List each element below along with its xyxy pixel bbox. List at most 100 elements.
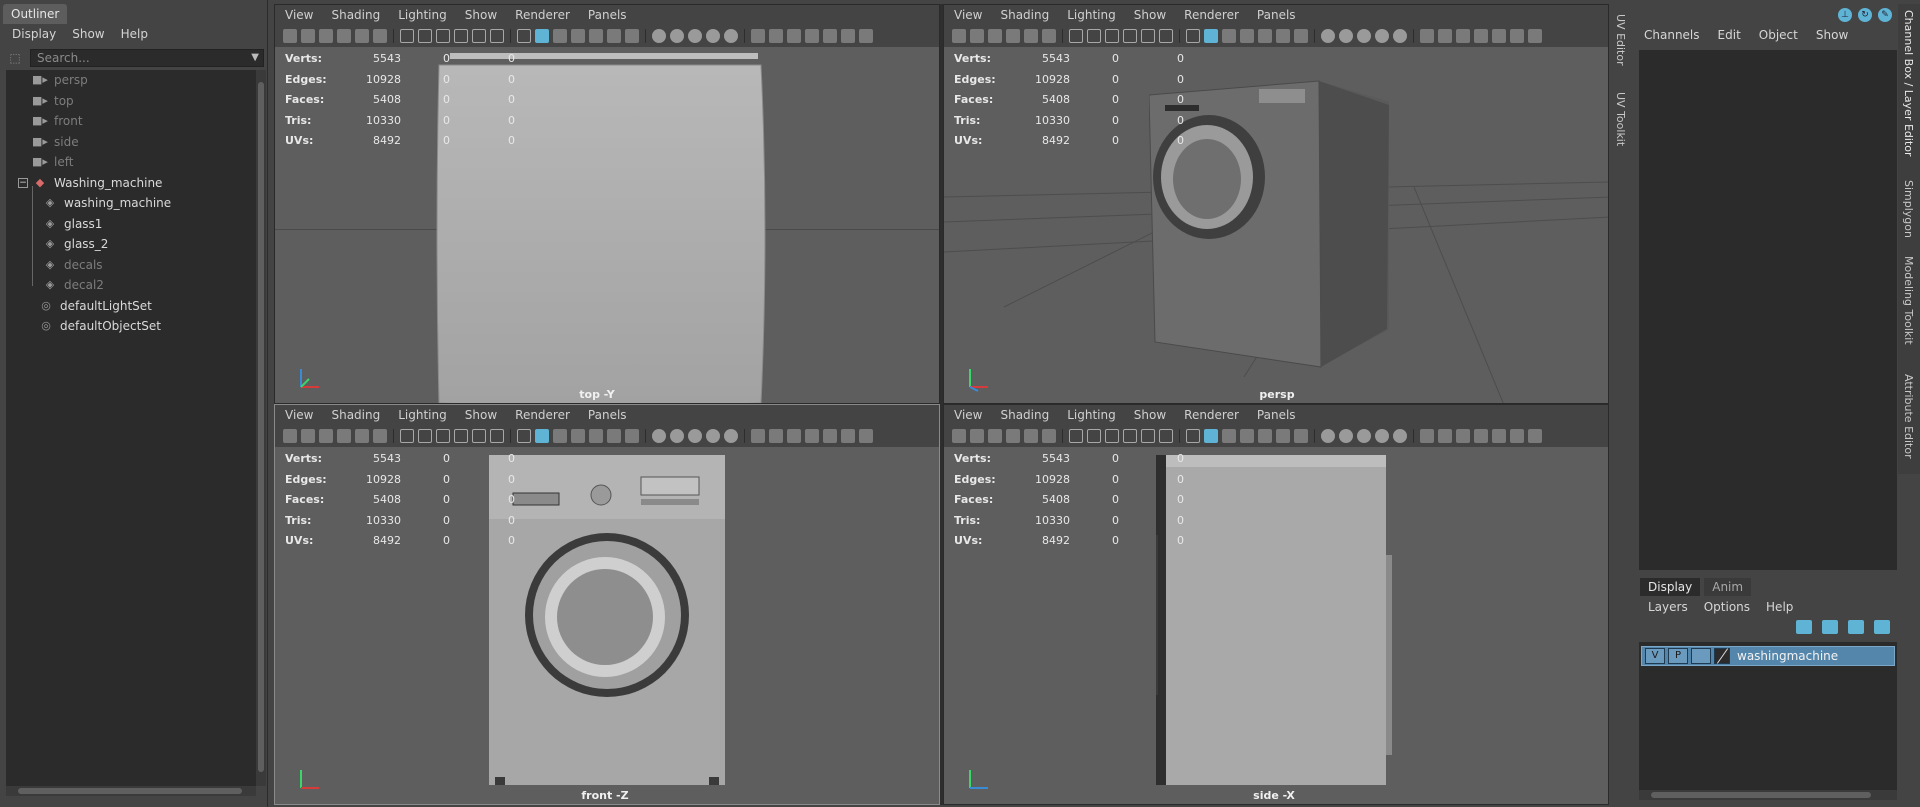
menu-view[interactable]: View: [285, 5, 313, 25]
pin-icon[interactable]: [652, 429, 666, 443]
move-layer-up-icon[interactable]: [1796, 620, 1812, 634]
pencil-icon[interactable]: [769, 429, 783, 443]
pin-icon[interactable]: [1528, 429, 1542, 443]
outliner-tab[interactable]: Outliner: [3, 4, 68, 24]
camera-icon[interactable]: [283, 429, 297, 443]
bookmark-icon[interactable]: [1069, 429, 1083, 443]
menu-lighting[interactable]: Lighting: [1067, 405, 1116, 425]
film-icon[interactable]: [319, 429, 333, 443]
pencil-icon[interactable]: [1339, 29, 1353, 43]
menu-shading[interactable]: Shading: [1000, 405, 1049, 425]
film-icon[interactable]: [319, 29, 333, 43]
camera-icon[interactable]: [1456, 29, 1470, 43]
pencil-icon[interactable]: [1141, 429, 1155, 443]
outliner-item-washing-machine-group[interactable]: − ◆ Washing_machine: [18, 173, 162, 193]
film-icon[interactable]: [823, 429, 837, 443]
pin-icon[interactable]: [553, 29, 567, 43]
pencil-icon[interactable]: [1339, 429, 1353, 443]
snapshot-icon[interactable]: [1510, 429, 1524, 443]
snapshot-icon[interactable]: [436, 429, 450, 443]
bookmark-icon[interactable]: [805, 29, 819, 43]
outliner-item-default-object-set[interactable]: ◎ defaultObjectSet: [38, 316, 161, 336]
film-icon[interactable]: [418, 29, 432, 43]
tab-simplygon[interactable]: Simplygon: [1902, 180, 1915, 238]
pin-icon[interactable]: [1024, 29, 1038, 43]
new-layer-icon[interactable]: [1848, 620, 1864, 634]
pin-icon[interactable]: [1024, 429, 1038, 443]
tab-uv-toolkit[interactable]: UV Toolkit: [1614, 92, 1627, 146]
film-icon[interactable]: [1087, 29, 1101, 43]
tab-modeling-toolkit[interactable]: Modeling Toolkit: [1902, 256, 1915, 345]
snapshot-icon[interactable]: [1105, 29, 1119, 43]
camera-icon[interactable]: [1357, 429, 1371, 443]
tab-anim[interactable]: Anim: [1704, 578, 1752, 596]
film-icon[interactable]: [1492, 429, 1506, 443]
bookmark-icon[interactable]: [805, 429, 819, 443]
film-icon[interactable]: [517, 29, 531, 43]
pin-icon[interactable]: [751, 29, 765, 43]
menu-renderer[interactable]: Renderer: [515, 405, 570, 425]
pencil-icon[interactable]: [472, 29, 486, 43]
snapshot-icon[interactable]: [841, 429, 855, 443]
film-icon[interactable]: [1186, 429, 1200, 443]
menu-renderer[interactable]: Renderer: [515, 5, 570, 25]
outliner-menu-help[interactable]: Help: [121, 24, 148, 44]
menu-lighting[interactable]: Lighting: [1067, 5, 1116, 25]
camera-icon[interactable]: [589, 29, 603, 43]
menu-channels[interactable]: Channels: [1644, 28, 1700, 42]
search-input[interactable]: Search... ▼: [30, 49, 264, 67]
menu-show[interactable]: Show: [465, 405, 497, 425]
layer-row-washingmachine[interactable]: V P washingmachine: [1641, 646, 1895, 666]
collapse-icon[interactable]: −: [18, 177, 28, 188]
camera-icon[interactable]: [490, 429, 504, 443]
menu-options[interactable]: Options: [1704, 600, 1750, 614]
menu-object[interactable]: Object: [1759, 28, 1798, 42]
viewport-side[interactable]: View Shading Lighting Show Renderer Pane…: [943, 404, 1609, 805]
film-icon[interactable]: [625, 429, 639, 443]
outliner-item-default-light-set[interactable]: ◎ defaultLightSet: [38, 296, 152, 316]
layer-type-icon[interactable]: [1714, 648, 1730, 664]
film-icon[interactable]: [418, 429, 432, 443]
pin-icon[interactable]: [1321, 29, 1335, 43]
camera-icon[interactable]: [688, 429, 702, 443]
film-icon[interactable]: [1294, 429, 1308, 443]
pin-icon[interactable]: [454, 29, 468, 43]
bookmark-icon[interactable]: [1276, 29, 1290, 43]
outliner-item-top[interactable]: ■▸ top: [32, 91, 74, 111]
camera-icon[interactable]: [787, 429, 801, 443]
tab-channel-box-layer-editor[interactable]: Channel Box / Layer Editor: [1902, 10, 1915, 157]
pencil-icon[interactable]: [571, 29, 585, 43]
film-icon[interactable]: [1294, 29, 1308, 43]
snapshot-icon[interactable]: [1204, 429, 1218, 443]
viewport-canvas[interactable]: Verts: 5543 0 0 Edges: 10928 0 0 Faces: 5408 0 0 …: [944, 447, 1608, 804]
outliner-menu-show[interactable]: Show: [72, 24, 104, 44]
camera-icon[interactable]: [283, 29, 297, 43]
bookmark-icon[interactable]: [706, 29, 720, 43]
pin-icon[interactable]: [859, 29, 873, 43]
snapshot-icon[interactable]: [436, 29, 450, 43]
channel-box-area[interactable]: [1639, 50, 1897, 570]
menu-view[interactable]: View: [285, 405, 313, 425]
pencil-icon[interactable]: [373, 429, 387, 443]
camera-icon[interactable]: [688, 29, 702, 43]
menu-renderer[interactable]: Renderer: [1184, 405, 1239, 425]
pencil-icon[interactable]: [670, 29, 684, 43]
filter-icon[interactable]: ⬚: [6, 49, 24, 67]
outliner-item-decal2[interactable]: ◈ decal2: [42, 275, 104, 295]
menu-layers[interactable]: Layers: [1648, 600, 1688, 614]
bookmark-icon[interactable]: [1276, 429, 1290, 443]
outliner-item-washing-machine-mesh[interactable]: ◈ washing_machine: [42, 193, 171, 213]
chevron-down-icon[interactable]: ▼: [251, 50, 259, 66]
pin-icon[interactable]: [355, 29, 369, 43]
pencil-icon[interactable]: [1042, 29, 1056, 43]
viewport-canvas[interactable]: Verts: 5543 0 0 Edges: 10928 0 0 Faces: 5408 0 0 …: [944, 47, 1608, 403]
outliner-item-side[interactable]: ■▸ side: [32, 132, 79, 152]
film-icon[interactable]: [625, 29, 639, 43]
scroll-thumb[interactable]: [1651, 792, 1871, 798]
menu-panels[interactable]: Panels: [588, 5, 627, 25]
pin-icon[interactable]: [1528, 29, 1542, 43]
bookmark-icon[interactable]: [970, 29, 984, 43]
pencil-icon[interactable]: [1141, 29, 1155, 43]
menu-panels[interactable]: Panels: [588, 405, 627, 425]
bookmark-icon[interactable]: [400, 429, 414, 443]
